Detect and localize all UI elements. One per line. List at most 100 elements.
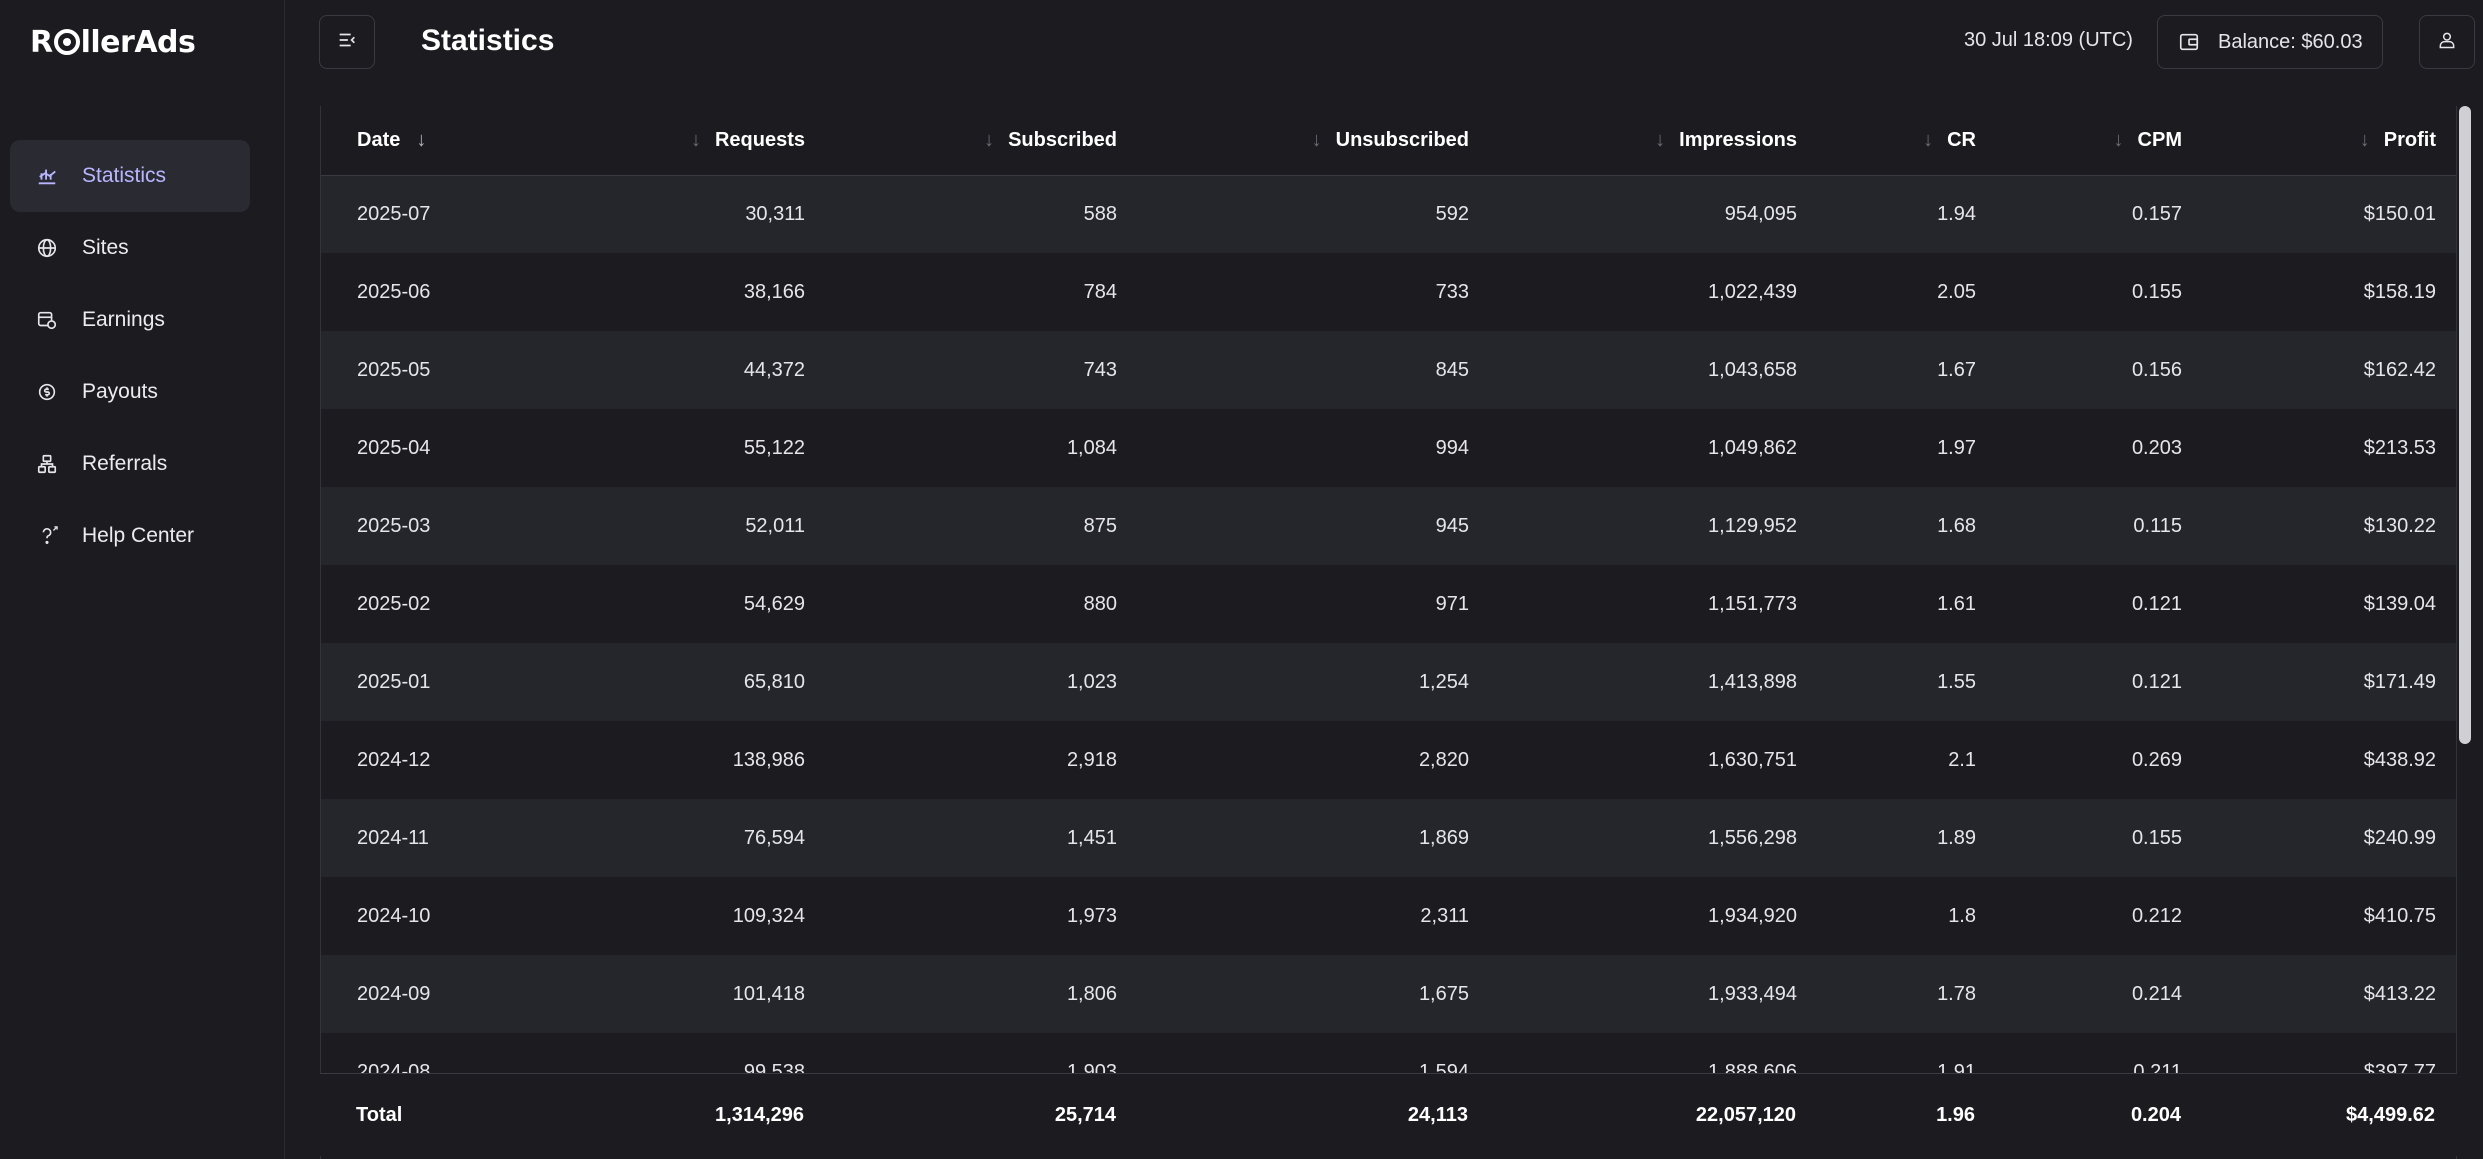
cell-cr: 2.05: [1937, 280, 1976, 303]
total-subscribed: 25,714: [826, 1074, 1138, 1156]
cell-date: 2025-02: [357, 592, 431, 615]
cell-subscribed: 1,023: [1066, 670, 1117, 693]
sidebar-item-label: Sites: [82, 236, 129, 259]
table-row: 2025-03 52,011 875 945 1,129,952 1.68 0.115 $13…: [321, 487, 2456, 565]
page-title: Statistics: [421, 24, 555, 57]
cell-cpm: 0.121: [2131, 592, 2182, 615]
total-unsubscribed: 24,113: [1138, 1074, 1490, 1156]
cell-unsubscribed: 1,869: [1418, 826, 1469, 849]
sort-arrow-icon: ↓: [2359, 128, 2370, 151]
dollar-circle-icon: [34, 379, 60, 405]
cell-profit: $438.92: [2363, 748, 2436, 771]
table-row: 2024-11 76,594 1,451 1,869 1,556,298 1.89 0.15…: [321, 799, 2456, 877]
current-datetime: 30 Jul 18:09 (UTC): [1964, 29, 2133, 51]
cell-cr: 1.61: [1937, 592, 1976, 615]
cell-cr: 1.68: [1937, 514, 1976, 537]
cell-cpm: 0.121: [2131, 670, 2182, 693]
cell-profit: $158.19: [2363, 280, 2436, 303]
referrals-icon: [34, 451, 60, 477]
total-label: Total: [320, 1074, 560, 1156]
cell-requests: 38,166: [743, 280, 805, 303]
cell-unsubscribed: 2,311: [1420, 904, 1469, 927]
statistics-table: Date ↓ ↓ Requests ↓ Subscribed ↓ Unsubscribe…: [320, 106, 2457, 1159]
cell-cr: 1.89: [1937, 826, 1976, 849]
cell-requests: 54,629: [743, 592, 805, 615]
sidebar-item-label: Payouts: [82, 380, 158, 403]
rollerads-logo[interactable]: RllerAds: [30, 22, 196, 62]
scrollbar-thumb[interactable]: [2459, 106, 2471, 744]
cell-cpm: 0.214: [2131, 982, 2182, 1005]
column-label: Unsubscribed: [1335, 128, 1469, 151]
sort-arrow-icon: ↓: [984, 128, 995, 151]
sort-arrow-icon: ↓: [2113, 128, 2124, 151]
column-header-unsubscribed[interactable]: ↓ Unsubscribed: [1139, 106, 1491, 175]
cell-subscribed: 2,918: [1066, 748, 1117, 771]
cell-impressions: 1,151,773: [1708, 592, 1797, 615]
question-icon: [34, 523, 60, 549]
column-label: Impressions: [1679, 128, 1797, 151]
cell-unsubscribed: 945: [1435, 514, 1469, 537]
sidebar-item-earnings[interactable]: Earnings: [10, 284, 250, 356]
column-header-date[interactable]: Date ↓: [321, 106, 561, 175]
total-cpm: 0.204: [1997, 1074, 2203, 1156]
profile-button[interactable]: [2419, 15, 2475, 69]
cell-requests: 101,418: [732, 982, 805, 1005]
cell-date: 2024-09: [357, 982, 431, 1005]
logo-text-end: llerAds: [80, 24, 196, 60]
table-header-row: Date ↓ ↓ Requests ↓ Subscribed ↓ Unsubscribe…: [321, 106, 2456, 175]
cell-profit: $139.04: [2363, 592, 2436, 615]
cell-requests: 138,986: [732, 748, 805, 771]
cell-unsubscribed: 845: [1435, 358, 1469, 381]
column-header-profit[interactable]: ↓ Profit: [2204, 106, 2456, 175]
cell-cpm: 0.156: [2131, 358, 2182, 381]
table-row: 2024-09 101,418 1,806 1,675 1,933,494 1.78 0.2…: [321, 955, 2456, 1033]
cell-profit: $240.99: [2363, 826, 2436, 849]
sidebar-item-statistics[interactable]: Statistics: [10, 140, 250, 212]
table-scrollbar[interactable]: [2459, 106, 2471, 1156]
cell-cpm: 0.155: [2131, 280, 2182, 303]
sidebar-item-payouts[interactable]: Payouts: [10, 356, 250, 428]
sort-arrow-icon: ↓: [416, 128, 427, 151]
sort-arrow-icon: ↓: [1923, 128, 1934, 151]
column-header-cpm[interactable]: ↓ CPM: [1998, 106, 2204, 175]
cell-requests: 109,324: [732, 904, 805, 927]
column-header-requests[interactable]: ↓ Requests: [561, 106, 827, 175]
cell-profit: $213.53: [2363, 436, 2436, 459]
logo-text-start: R: [30, 24, 53, 60]
cell-cpm: 0.203: [2131, 436, 2182, 459]
column-header-cr[interactable]: ↓ CR: [1819, 106, 1998, 175]
chart-icon: [34, 163, 60, 189]
cell-unsubscribed: 1,254: [1418, 670, 1469, 693]
sidebar-item-label: Referrals: [82, 452, 168, 475]
balance-label: Balance: $60.03: [2218, 30, 2363, 53]
cell-impressions: 1,630,751: [1708, 748, 1797, 771]
collapse-menu-button[interactable]: [319, 15, 375, 69]
cell-subscribed: 1,084: [1066, 436, 1117, 459]
column-header-impressions[interactable]: ↓ Impressions: [1491, 106, 1819, 175]
cell-cr: 1.67: [1937, 358, 1976, 381]
sidebar-item-sites[interactable]: Sites: [10, 212, 250, 284]
column-header-subscribed[interactable]: ↓ Subscribed: [827, 106, 1139, 175]
earnings-icon: [34, 307, 60, 333]
balance-button[interactable]: Balance: $60.03: [2157, 15, 2383, 69]
cell-cr: 2.1: [1948, 748, 1976, 771]
table-row: 2025-05 44,372 743 845 1,043,658 1.67 0.156 $16…: [321, 331, 2456, 409]
total-impressions: 22,057,120: [1490, 1074, 1818, 1156]
cell-profit: $130.22: [2363, 514, 2436, 537]
sidebar: RllerAds Statistics Sites Earnings Payou…: [0, 0, 285, 1159]
table-row: 2025-04 55,122 1,084 994 1,049,862 1.97 0.203 $…: [321, 409, 2456, 487]
cell-requests: 55,122: [743, 436, 805, 459]
total-profit: $4,499.62: [2203, 1074, 2457, 1156]
sidebar-item-help-center[interactable]: Help Center: [10, 500, 250, 572]
cell-impressions: 1,933,494: [1708, 982, 1797, 1005]
cell-impressions: 954,095: [1724, 202, 1797, 225]
total-cr: 1.96: [1818, 1074, 1997, 1156]
cell-impressions: 1,556,298: [1708, 826, 1797, 849]
cell-date: 2025-07: [357, 202, 431, 225]
table-row: 2024-12 138,986 2,918 2,820 1,630,751 2.1 0.26…: [321, 721, 2456, 799]
cell-date: 2024-12: [357, 748, 431, 771]
sidebar-item-label: Earnings: [82, 308, 165, 331]
sidebar-item-referrals[interactable]: Referrals: [10, 428, 250, 500]
cell-cpm: 0.155: [2131, 826, 2182, 849]
cell-date: 2025-06: [357, 280, 431, 303]
